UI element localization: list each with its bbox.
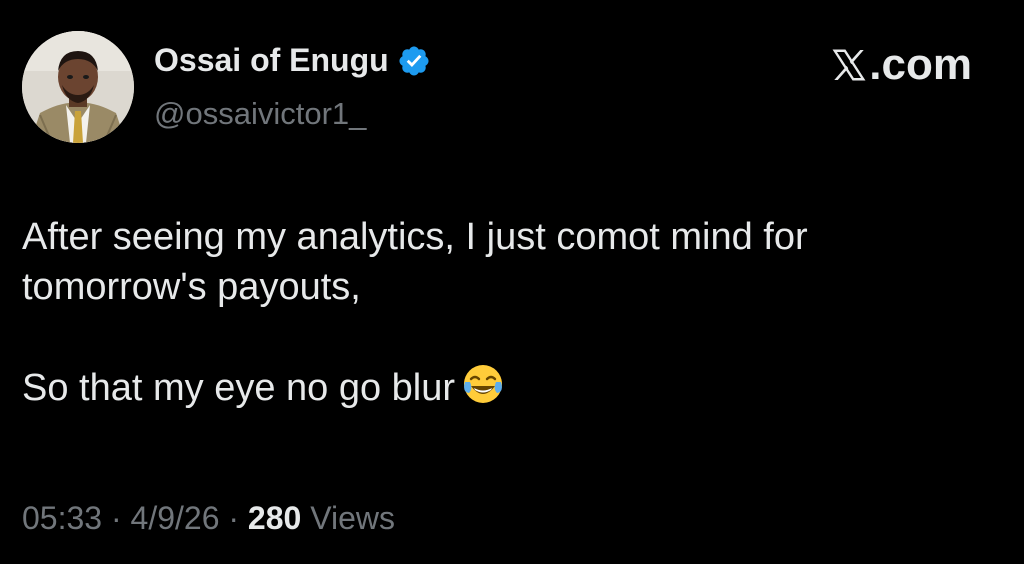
face-with-tears-of-joy-icon [464,365,503,403]
tweet-line-2: tomorrow's payouts, [22,266,361,308]
author-handle[interactable]: @ossaivictor1_ [154,96,366,132]
meta-separator-1: · [102,500,131,536]
tweet-card: Ossai of Enugu @ossaivictor1_ .com After… [0,0,1024,564]
tweet-line-1: After seeing my analytics, I just comot … [22,216,808,258]
avatar[interactable] [22,31,134,143]
tweet-text: After seeing my analytics, I just comot … [22,212,982,413]
tweet-date[interactable]: 4/9/26 [131,500,220,536]
tweet-meta: 05:33 · 4/9/26 · 280 Views [22,500,395,537]
views-label: Views [301,500,395,536]
x-logo-icon [832,49,866,81]
verified-badge-icon [399,45,429,76]
brand-label: .com [869,40,972,89]
tweet-line-3-text: So that my eye no go blur [22,367,456,409]
tweet-line-3: So that my eye no go blur [22,362,982,413]
author-name[interactable]: Ossai of Enugu [154,42,431,79]
brand-watermark: .com [831,40,972,90]
meta-separator-2: · [219,500,248,536]
tweet-time[interactable]: 05:33 [22,500,102,536]
profile-photo [22,31,134,143]
author-name-text[interactable]: Ossai of Enugu [154,42,389,79]
views-count[interactable]: 280 [248,500,301,536]
